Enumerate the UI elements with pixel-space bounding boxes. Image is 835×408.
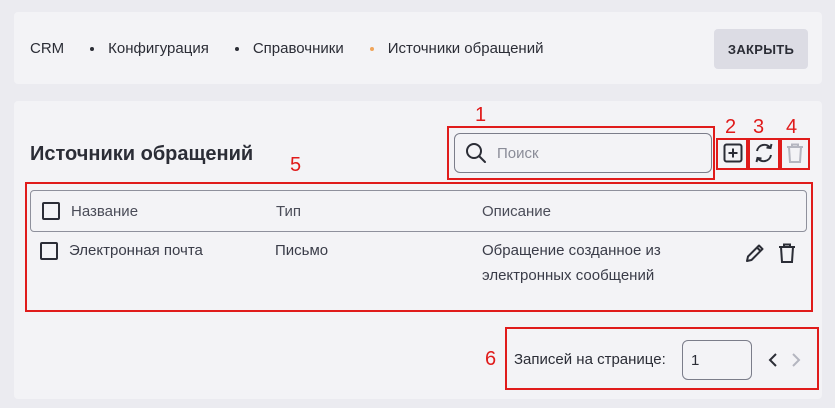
annotation-number-1: 1 — [475, 104, 487, 126]
page-title: Источники обращений — [30, 143, 254, 165]
annotation-box-2 — [716, 138, 748, 170]
annotation-number-2: 2 — [725, 116, 737, 138]
close-button[interactable]: ЗАКРЫТЬ — [714, 29, 808, 69]
breadcrumb-current: Источники обращений — [387, 40, 544, 57]
breadcrumb-separator — [234, 46, 239, 51]
annotation-box-3 — [748, 138, 780, 170]
annotation-number-5: 5 — [290, 154, 302, 176]
annotation-box-4 — [780, 138, 810, 170]
annotation-box-6 — [505, 327, 819, 390]
annotation-box-1 — [447, 126, 715, 180]
breadcrumb-separator — [90, 46, 95, 51]
breadcrumb-configuration[interactable]: Конфигурация — [108, 40, 209, 57]
breadcrumb: CRM Конфигурация Справочники Источники о… — [30, 40, 543, 57]
top-bar: CRM Конфигурация Справочники Источники о… — [14, 12, 822, 84]
annotation-box-5 — [25, 182, 813, 312]
annotation-number-6: 6 — [485, 348, 497, 370]
breadcrumb-separator-active — [369, 46, 374, 51]
annotation-number-4: 4 — [786, 116, 798, 138]
breadcrumb-directories[interactable]: Справочники — [253, 40, 344, 57]
annotation-number-3: 3 — [753, 116, 765, 138]
breadcrumb-crm[interactable]: CRM — [30, 40, 64, 57]
